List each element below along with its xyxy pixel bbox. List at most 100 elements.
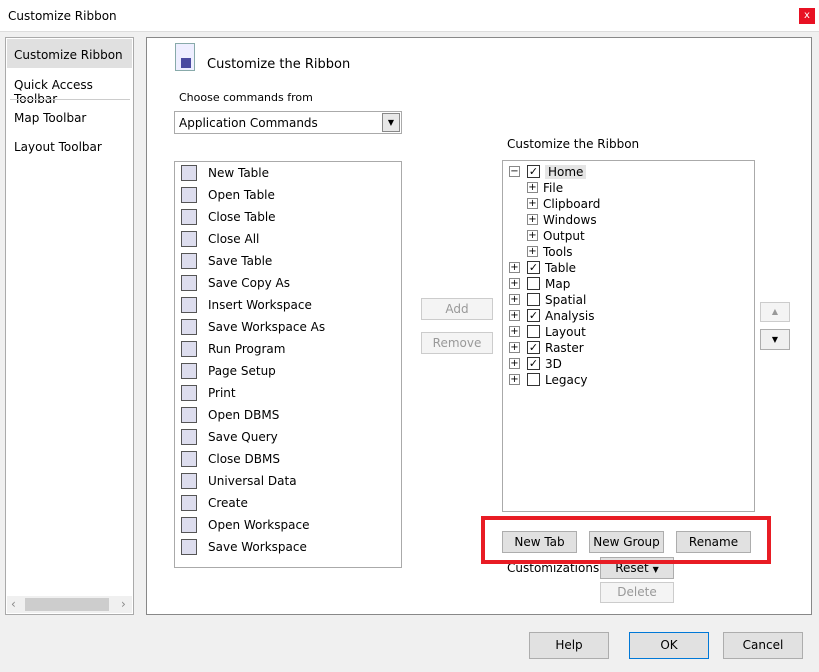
checkbox[interactable]: ✓ [527,165,540,178]
tree-node[interactable]: + ✓ Raster [507,340,747,356]
scrollbar-thumb[interactable] [25,598,109,611]
expander-icon[interactable]: + [527,246,538,257]
tree-node[interactable]: + ✓ Analysis [507,308,747,324]
tree-node[interactable]: + Legacy [507,372,747,388]
tree-node[interactable]: + Clipboard [507,196,747,212]
close-button[interactable]: x [799,8,815,24]
checkbox[interactable] [527,325,540,338]
tree-node-label: Output [543,229,585,243]
expander-icon[interactable]: + [527,198,538,209]
command-icon [181,407,197,423]
remove-button[interactable]: Remove [421,332,493,354]
list-item[interactable]: Open DBMS [181,405,381,427]
tree-node-label: Spatial [545,293,587,307]
tree-node-label: Legacy [545,373,588,387]
command-icon [181,275,197,291]
expander-icon[interactable]: + [509,278,520,289]
list-item[interactable]: Close All [181,229,381,251]
tree-node[interactable]: + Tools [507,244,747,260]
tree-node-label: Tools [543,245,573,259]
command-icon [181,319,197,335]
expander-icon[interactable]: − [509,166,520,177]
tree-node[interactable]: + Spatial [507,292,747,308]
sidebar-item-quick-access-toolbar[interactable]: Quick Access Toolbar [7,69,132,106]
list-item[interactable]: Insert Workspace [181,295,381,317]
expander-icon[interactable]: + [509,342,520,353]
tree-node[interactable]: + Map [507,276,747,292]
sidebar: Customize Ribbon Quick Access Toolbar Ma… [5,37,134,615]
help-button[interactable]: Help [529,632,609,659]
choose-commands-label: Choose commands from [179,91,313,104]
command-icon [181,231,197,247]
tree-node[interactable]: + Output [507,228,747,244]
horizontal-scrollbar[interactable]: ‹ › [7,596,132,613]
tree-node[interactable]: + ✓ 3D [507,356,747,372]
sidebar-item-layout-toolbar[interactable]: Layout Toolbar [7,131,132,160]
command-label: Save Workspace As [208,320,326,334]
checkbox[interactable] [527,277,540,290]
chevron-down-icon[interactable]: ▼ [382,113,400,132]
window-title: Customize Ribbon [8,9,117,23]
list-item[interactable]: Close Table [181,207,381,229]
move-down-button[interactable]: ▼ [760,329,790,350]
delete-button[interactable]: Delete [600,582,674,603]
command-label: Close DBMS [208,452,280,466]
expander-icon[interactable]: + [527,230,538,241]
list-item[interactable]: Save Copy As [181,273,381,295]
list-item[interactable]: Close DBMS [181,449,381,471]
add-button[interactable]: Add [421,298,493,320]
commands-list[interactable]: New Table Open Table Close Table Close All S… [174,161,402,568]
list-item[interactable]: Save Workspace [181,537,381,559]
dropdown-value: Application Commands [179,116,318,130]
list-item[interactable]: New Table [181,163,381,185]
expander-icon[interactable]: + [509,374,520,385]
list-item[interactable]: Print [181,383,381,405]
scroll-left-icon[interactable]: ‹ [11,597,16,611]
choose-commands-dropdown[interactable]: Application Commands ▼ [174,111,402,134]
list-item[interactable]: Open Workspace [181,515,381,537]
command-label: Run Program [208,342,286,356]
checkbox[interactable] [527,373,540,386]
scroll-right-icon[interactable]: › [121,597,126,611]
checkbox[interactable]: ✓ [527,309,540,322]
checkbox[interactable]: ✓ [527,341,540,354]
ribbon-tree[interactable]: − ✓ Home + File + Clipboard + Windows + Output + Too… [502,160,755,512]
tree-node[interactable]: + Layout [507,324,747,340]
sidebar-item-map-toolbar[interactable]: Map Toolbar [7,102,132,131]
list-item[interactable]: Save Query [181,427,381,449]
list-item[interactable]: Run Program [181,339,381,361]
tree-node[interactable]: + Windows [507,212,747,228]
list-item[interactable]: Save Workspace As [181,317,381,339]
checkbox[interactable]: ✓ [527,357,540,370]
expander-icon[interactable]: + [509,262,520,273]
command-label: Save Workspace [208,540,307,554]
command-label: Open DBMS [208,408,280,422]
sidebar-item-customize-ribbon[interactable]: Customize Ribbon [7,39,132,68]
highlight-box [481,516,771,564]
command-label: Save Query [208,430,278,444]
tree-node[interactable]: + File [507,180,747,196]
tree-node-label: 3D [545,357,562,371]
expander-icon[interactable]: + [527,182,538,193]
checkbox[interactable] [527,293,540,306]
expander-icon[interactable]: + [509,358,520,369]
tree-node-label: Analysis [545,309,595,323]
list-item[interactable]: Open Table [181,185,381,207]
expander-icon[interactable]: + [509,294,520,305]
tree-node[interactable]: + ✓ Table [507,260,747,276]
tree-node-label: Raster [545,341,584,355]
list-item[interactable]: Create [181,493,381,515]
list-item[interactable]: Save Table [181,251,381,273]
checkbox[interactable]: ✓ [527,261,540,274]
move-up-button[interactable]: ▲ [760,302,790,322]
expander-icon[interactable]: + [509,310,520,321]
tree-node[interactable]: − ✓ Home [507,164,747,180]
list-item[interactable]: Universal Data [181,471,381,493]
command-label: Open Table [208,188,275,202]
tree-node-label: Windows [543,213,597,227]
list-item[interactable]: Page Setup [181,361,381,383]
expander-icon[interactable]: + [509,326,520,337]
ok-button[interactable]: OK [629,632,709,659]
expander-icon[interactable]: + [527,214,538,225]
cancel-button[interactable]: Cancel [723,632,803,659]
